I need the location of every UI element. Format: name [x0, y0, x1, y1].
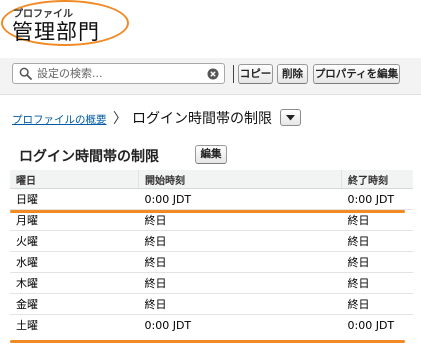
- clear-search-icon[interactable]: [207, 68, 219, 80]
- cell-end: 終日: [341, 251, 413, 273]
- login-hours-table: 曜日 開始時刻 終了時刻 日曜 0:00 JDT 0:00 JDT 月曜 終日 …: [10, 170, 413, 335]
- cell-start: 終日: [138, 251, 342, 273]
- copy-button[interactable]: コピー: [238, 64, 273, 84]
- edit-properties-button[interactable]: プロパティを編集: [313, 64, 400, 84]
- section-title: ログイン時間帯の制限: [19, 149, 159, 165]
- cell-end: 終日: [341, 272, 413, 294]
- cell-day: 火曜: [10, 230, 139, 252]
- breadcrumb: プロファイルの概要 〉 ログイン時間帯の制限: [0, 104, 421, 134]
- search-input[interactable]: [37, 65, 197, 82]
- table-row: 水曜 終日 終日: [10, 251, 413, 273]
- search-box[interactable]: [12, 63, 225, 84]
- cell-day: 日曜: [10, 188, 139, 210]
- cell-day: 水曜: [10, 251, 139, 273]
- chevron-down-icon: [286, 115, 295, 121]
- search-icon: [19, 67, 32, 80]
- breadcrumb-current: ログイン時間帯の制限: [132, 111, 272, 127]
- cell-end: 0:00 JDT: [347, 318, 395, 332]
- highlight-underline-sunday: [10, 210, 405, 213]
- column-header-start: 開始時刻: [138, 170, 342, 189]
- cell-start: 終日: [138, 293, 342, 315]
- cell-day: 金曜: [10, 293, 139, 315]
- cell-end: 終日: [341, 230, 413, 252]
- table-row: 木曜 終日 終日: [10, 272, 413, 294]
- cell-start: 0:00 JDT: [144, 318, 192, 332]
- breadcrumb-profile-overview-link[interactable]: プロファイルの概要: [12, 112, 107, 127]
- cell-end: 0:00 JDT: [341, 188, 413, 210]
- toolbar: コピー 削除 プロパティを編集: [0, 58, 421, 95]
- breadcrumb-separator: 〉: [113, 111, 127, 127]
- cell-day: 木曜: [10, 272, 139, 294]
- table-row: 金曜 終日 終日: [10, 293, 413, 315]
- page-header: プロファイル 管理部門: [0, 0, 421, 52]
- section-dropdown-button[interactable]: [280, 109, 301, 126]
- cell-start: 0:00 JDT: [138, 188, 342, 210]
- table-header-row: 曜日 開始時刻 終了時刻: [10, 170, 413, 189]
- cell-start: 終日: [138, 230, 342, 252]
- column-header-day: 曜日: [10, 170, 139, 189]
- highlight-underline-saturday: [10, 340, 405, 343]
- cell-day: 土曜: [16, 319, 38, 332]
- column-header-end: 終了時刻: [341, 170, 413, 189]
- page-title: 管理部門: [12, 20, 100, 44]
- delete-button[interactable]: 削除: [277, 64, 308, 84]
- table-row: 日曜 0:00 JDT 0:00 JDT: [10, 188, 413, 210]
- toolbar-divider: [233, 65, 234, 83]
- edit-button[interactable]: 編集: [195, 145, 227, 164]
- cell-start: 終日: [138, 272, 342, 294]
- cell-end: 終日: [341, 293, 413, 315]
- table-row: 火曜 終日 終日: [10, 230, 413, 252]
- table-row: 土曜 0:00 JDT 0:00 JDT: [10, 315, 413, 336]
